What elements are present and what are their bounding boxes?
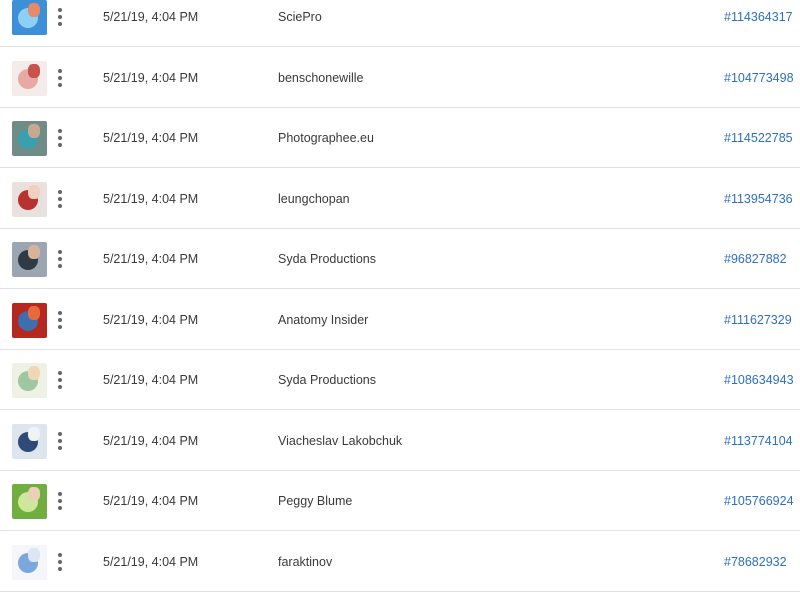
more-options-icon[interactable]: [52, 128, 68, 148]
row-date: 5/21/19, 4:04 PM: [103, 131, 199, 145]
table-row: 5/21/19, 4:04 PM Anatomy Insider #11162732…: [0, 290, 800, 350]
asset-thumbnail[interactable]: [12, 545, 47, 580]
asset-thumbnail[interactable]: [12, 303, 47, 338]
table-row: 5/21/19, 4:04 PM Syda Productions #9682788…: [0, 229, 800, 289]
more-options-icon[interactable]: [52, 552, 68, 572]
asset-id-link[interactable]: #114364317: [724, 9, 793, 25]
more-options-icon[interactable]: [52, 68, 68, 88]
row-date: 5/21/19, 4:04 PM: [103, 494, 199, 508]
row-author: benschonewille: [278, 71, 364, 85]
asset-id-link[interactable]: #113954736: [724, 191, 793, 207]
asset-id-link[interactable]: #96827882: [724, 251, 787, 267]
table-row: 5/21/19, 4:04 PM SciePro #114364317: [0, 0, 800, 47]
row-author: Anatomy Insider: [278, 313, 369, 327]
row-date: 5/21/19, 4:04 PM: [103, 434, 199, 448]
row-date: 5/21/19, 4:04 PM: [103, 10, 199, 24]
asset-id-link[interactable]: #111627329: [724, 312, 792, 328]
asset-thumbnail[interactable]: [12, 0, 47, 35]
more-options-icon[interactable]: [52, 189, 68, 209]
asset-history-list: 5/21/19, 4:04 PM SciePro #114364317 5/21/19…: [0, 0, 800, 592]
asset-id-link[interactable]: #104773498: [724, 70, 794, 86]
row-author: Syda Productions: [278, 252, 376, 266]
row-date: 5/21/19, 4:04 PM: [103, 252, 199, 266]
more-options-icon[interactable]: [52, 7, 68, 27]
row-author: Photographee.eu: [278, 131, 374, 145]
asset-thumbnail[interactable]: [12, 61, 47, 96]
more-options-icon[interactable]: [52, 431, 68, 451]
asset-id-link[interactable]: #113774104: [724, 433, 793, 449]
asset-thumbnail[interactable]: [12, 182, 47, 217]
row-date: 5/21/19, 4:04 PM: [103, 373, 199, 387]
row-author: faraktinov: [278, 555, 333, 569]
asset-thumbnail[interactable]: [12, 242, 47, 277]
asset-id-link[interactable]: #108634943: [724, 372, 794, 388]
table-row: 5/21/19, 4:04 PM Peggy Blume #105766924: [0, 471, 800, 531]
row-date: 5/21/19, 4:04 PM: [103, 555, 199, 569]
asset-id-link[interactable]: #114522785: [724, 130, 793, 146]
row-date: 5/21/19, 4:04 PM: [103, 192, 199, 206]
table-row: 5/21/19, 4:04 PM faraktinov #78682932: [0, 532, 800, 592]
more-options-icon[interactable]: [52, 370, 68, 390]
table-row: 5/21/19, 4:04 PM Photographee.eu #11452278…: [0, 108, 800, 168]
asset-thumbnail[interactable]: [12, 484, 47, 519]
more-options-icon[interactable]: [52, 491, 68, 511]
row-author: leungchopan: [278, 192, 350, 206]
table-row: 5/21/19, 4:04 PM Syda Productions #1086349…: [0, 350, 800, 410]
table-row: 5/21/19, 4:04 PM leungchopan #113954736: [0, 169, 800, 229]
row-date: 5/21/19, 4:04 PM: [103, 313, 199, 327]
asset-id-link[interactable]: #105766924: [724, 493, 794, 509]
table-row: 5/21/19, 4:04 PM benschonewille #104773498: [0, 48, 800, 108]
row-author: Syda Productions: [278, 373, 376, 387]
more-options-icon[interactable]: [52, 249, 68, 269]
row-author: SciePro: [278, 10, 322, 24]
asset-thumbnail[interactable]: [12, 363, 47, 398]
asset-thumbnail[interactable]: [12, 424, 47, 459]
row-date: 5/21/19, 4:04 PM: [103, 71, 199, 85]
asset-thumbnail[interactable]: [12, 121, 47, 156]
table-row: 5/21/19, 4:04 PM Viacheslav Lakobchuk #113…: [0, 411, 800, 471]
row-author: Peggy Blume: [278, 494, 353, 508]
row-author: Viacheslav Lakobchuk: [278, 434, 403, 448]
asset-id-link[interactable]: #78682932: [724, 554, 787, 570]
more-options-icon[interactable]: [52, 310, 68, 330]
